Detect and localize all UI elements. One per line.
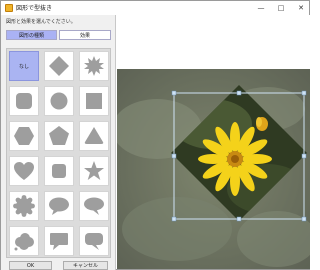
cloud-icon	[14, 233, 34, 251]
minimize-button[interactable]: —	[253, 1, 269, 15]
rect-speech-icon	[50, 233, 68, 250]
shape-none[interactable]: なし	[9, 51, 39, 81]
app-icon	[5, 4, 13, 12]
instruction-text: 図形と効果を選んでください。	[6, 19, 76, 25]
tab-effects[interactable]: 効果	[59, 30, 111, 40]
preview-top-area	[117, 15, 310, 69]
shape-rounded-square[interactable]	[44, 156, 74, 186]
tab-shape-type[interactable]: 図形の種類	[6, 30, 57, 40]
square-icon	[86, 93, 102, 109]
shape-scalloped-circle[interactable]	[9, 191, 39, 221]
rounded-rect-icon	[16, 93, 32, 109]
shape-oval-speech[interactable]	[79, 191, 109, 221]
window-title: 図形で型抜き	[16, 5, 53, 12]
star-icon	[84, 161, 104, 180]
flower-bud-icon	[256, 117, 268, 131]
rounded-speech-icon	[85, 233, 103, 250]
dialog-window: 図形で型抜き — □ ✕ 図形と効果を選んでください。 図形の種類 効果 なし	[0, 0, 310, 270]
shape-diamond[interactable]	[44, 51, 74, 81]
maximize-button[interactable]: □	[273, 1, 289, 15]
pentagon-icon	[49, 126, 69, 145]
shape-ellipse-speech[interactable]	[44, 191, 74, 221]
triangle-icon	[84, 127, 104, 144]
shape-rounded-triangle[interactable]	[79, 121, 109, 151]
shape-none-label: なし	[18, 63, 29, 70]
shape-rounded-rect[interactable]	[9, 86, 39, 116]
seal-icon	[13, 195, 35, 217]
hexagon-icon	[14, 127, 34, 145]
ok-button[interactable]: OK	[9, 261, 52, 270]
shape-panel: 図形と効果を選んでください。 図形の種類 効果 なし OK キャンセル	[1, 15, 116, 270]
rounded-square-icon	[52, 164, 66, 178]
heart-icon	[14, 162, 34, 180]
shape-circle[interactable]	[44, 86, 74, 116]
circle-icon	[50, 92, 68, 110]
image-preview[interactable]	[117, 69, 310, 269]
shape-starburst[interactable]	[79, 51, 109, 81]
diamond-icon	[49, 56, 69, 76]
shape-pentagon[interactable]	[44, 121, 74, 151]
starburst-icon	[84, 56, 104, 76]
shape-square[interactable]	[79, 86, 109, 116]
shape-hexagon[interactable]	[9, 121, 39, 151]
shape-star[interactable]	[79, 156, 109, 186]
title-bar: 図形で型抜き — □ ✕	[1, 1, 309, 15]
shape-gallery: なし	[6, 48, 111, 258]
close-button[interactable]: ✕	[293, 1, 309, 15]
shape-heart[interactable]	[9, 156, 39, 186]
cancel-button[interactable]: キャンセル	[63, 261, 108, 270]
shape-rounded-speech[interactable]	[79, 226, 109, 256]
shape-cloud[interactable]	[9, 226, 39, 256]
oval-speech-icon	[84, 197, 104, 215]
ellipse-speech-icon	[49, 197, 69, 215]
shape-rect-speech[interactable]	[44, 226, 74, 256]
preview-canvas	[117, 69, 310, 269]
